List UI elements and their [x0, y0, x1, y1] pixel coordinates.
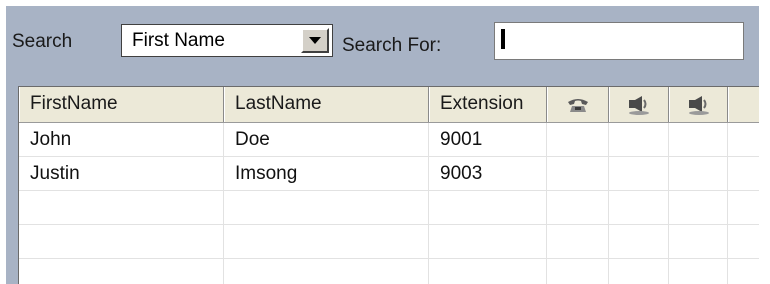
window-frame: Search By: First Name Search For: FirstN…: [0, 0, 770, 284]
column-header-speaker-1[interactable]: [609, 87, 669, 122]
column-header-extension[interactable]: Extension: [429, 87, 547, 122]
phone-icon: [568, 98, 588, 112]
cell-speaker-2[interactable]: [669, 259, 728, 284]
search-field-dropdown[interactable]: First Name: [121, 24, 333, 57]
cell-phone[interactable]: [547, 157, 609, 190]
cell-phone[interactable]: [547, 225, 609, 258]
dropdown-button[interactable]: [301, 28, 329, 53]
cell-speaker-1[interactable]: [609, 191, 669, 224]
cell-blank: [728, 123, 759, 156]
speaker-icon: [629, 95, 649, 115]
cell-firstname: [19, 191, 224, 224]
column-header-firstname[interactable]: FirstName: [19, 87, 224, 122]
cell-phone[interactable]: [547, 123, 609, 156]
cell-speaker-1[interactable]: [609, 123, 669, 156]
column-header-speaker-2[interactable]: [669, 87, 728, 122]
search-field-value: First Name: [132, 30, 225, 51]
cell-firstname: [19, 259, 224, 284]
cell-blank: [728, 191, 759, 224]
cell-blank: [728, 225, 759, 258]
cell-blank: [728, 259, 759, 284]
column-header-blank: [728, 87, 759, 122]
cell-extension: [429, 259, 547, 284]
table-row[interactable]: [19, 259, 759, 284]
cell-lastname: [224, 225, 429, 258]
search-input[interactable]: [494, 22, 744, 60]
grid-header: FirstName LastName Extension: [19, 87, 759, 123]
cell-speaker-1[interactable]: [609, 259, 669, 284]
cell-phone[interactable]: [547, 259, 609, 284]
table-row[interactable]: [19, 191, 759, 225]
cell-firstname: Justin: [19, 157, 224, 190]
cell-speaker-2[interactable]: [669, 191, 728, 224]
text-caret: [501, 29, 505, 49]
cell-speaker-2[interactable]: [669, 157, 728, 190]
cell-lastname: Doe: [224, 123, 429, 156]
cell-extension: [429, 225, 547, 258]
cell-phone[interactable]: [547, 191, 609, 224]
cell-lastname: [224, 191, 429, 224]
cell-firstname: [19, 225, 224, 258]
speaker-icon: [688, 95, 709, 115]
contacts-grid[interactable]: FirstName LastName Extension John Doe 90…: [18, 86, 759, 284]
table-row[interactable]: John Doe 9001: [19, 123, 759, 157]
cell-lastname: Imsong: [224, 157, 429, 190]
cell-blank: [728, 157, 759, 190]
cell-firstname: John: [19, 123, 224, 156]
table-row[interactable]: Justin Imsong 9003: [19, 157, 759, 191]
table-row[interactable]: [19, 225, 759, 259]
cell-lastname: [224, 259, 429, 284]
cell-speaker-1[interactable]: [609, 225, 669, 258]
search-by-label: Search By:: [12, 31, 73, 52]
search-for-label: Search For:: [342, 35, 442, 56]
column-header-lastname[interactable]: LastName: [224, 87, 429, 122]
cell-speaker-1[interactable]: [609, 157, 669, 190]
chevron-down-icon: [309, 37, 321, 44]
cell-extension: 9003: [429, 157, 547, 190]
cell-speaker-2[interactable]: [669, 123, 728, 156]
cell-speaker-2[interactable]: [669, 225, 728, 258]
cell-extension: [429, 191, 547, 224]
column-header-phone[interactable]: [547, 87, 609, 122]
cell-extension: 9001: [429, 123, 547, 156]
